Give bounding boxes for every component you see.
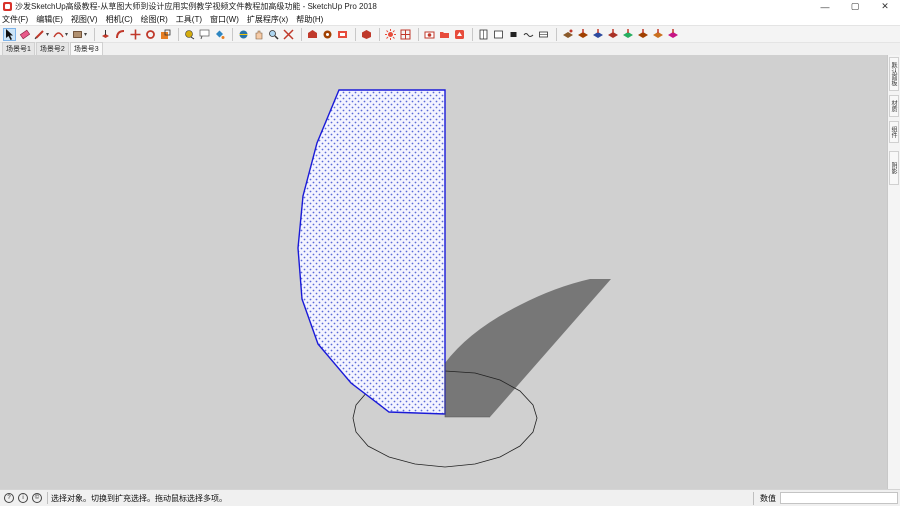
window-controls: — ▢ ✕ — [810, 0, 900, 13]
arc-icon[interactable] — [52, 28, 65, 41]
toolbar-divider — [301, 27, 303, 41]
toolbar-divider — [379, 27, 381, 41]
shadow-icon[interactable] — [384, 28, 397, 41]
folder-icon[interactable] — [438, 28, 451, 41]
geo-location-icon[interactable]: i — [18, 493, 28, 503]
sandbox-5-icon[interactable] — [621, 28, 634, 41]
toolbar-divider — [178, 27, 180, 41]
iso-view-icon[interactable] — [477, 28, 490, 41]
status-hint: 选择对象。切换到扩充选择。拖动鼠标选择多项。 — [51, 493, 227, 503]
front-view-icon[interactable] — [507, 28, 520, 41]
menu-edit[interactable]: 编辑(E) — [36, 14, 63, 25]
tray-tab-components[interactable]: 组件 — [889, 121, 899, 143]
pencil-dropdown-icon[interactable]: ▾ — [46, 31, 49, 38]
arc-dropdown-icon[interactable]: ▾ — [65, 31, 68, 38]
selected-profile-face[interactable] — [297, 89, 446, 415]
zoom-icon[interactable] — [267, 28, 280, 41]
status-divider — [47, 492, 48, 504]
model-canvas[interactable] — [0, 55, 887, 489]
layout-icon[interactable] — [336, 28, 349, 41]
sandbox-6-icon[interactable] — [636, 28, 649, 41]
tab-scene-3[interactable]: 场景号3 — [69, 42, 103, 55]
right-view-icon[interactable] — [522, 28, 535, 41]
sandbox-4-icon[interactable] — [606, 28, 619, 41]
measurements-label: 数值 — [760, 494, 776, 503]
select-icon[interactable] — [3, 27, 16, 41]
help-icon[interactable]: ? — [4, 493, 14, 503]
follow-me-icon[interactable] — [114, 28, 127, 41]
menu-extensions[interactable]: 扩展程序(x) — [247, 14, 288, 25]
toolbar-divider — [472, 27, 474, 41]
window-title: 沙发SketchUp高级教程-从草图大师到设计应用实例教学视频文件教程加高级功能… — [15, 2, 377, 11]
maximize-button[interactable]: ▢ — [840, 0, 870, 13]
main-toolbar: ▾ ▾ ▾ — [0, 25, 900, 43]
extension-warehouse-icon[interactable] — [321, 28, 334, 41]
menu-draw[interactable]: 绘图(R) — [141, 14, 168, 25]
toolbar-divider — [232, 27, 234, 41]
status-divider — [753, 492, 754, 505]
tab-scene-1[interactable]: 场景号1 — [2, 42, 35, 55]
menu-help[interactable]: 帮助(H) — [296, 14, 323, 25]
sandbox-8-icon[interactable] — [666, 28, 679, 41]
menu-file[interactable]: 文件(F) — [2, 14, 28, 25]
eraser-icon[interactable] — [18, 28, 31, 41]
menu-window[interactable]: 窗口(W) — [210, 14, 239, 25]
minimize-button[interactable]: — — [810, 0, 840, 13]
rotate-icon[interactable] — [144, 28, 157, 41]
component-icon[interactable] — [360, 28, 373, 41]
tray-tab-shadows[interactable]: 阴影 — [889, 151, 899, 185]
rectangle-dropdown-icon[interactable]: ▾ — [84, 31, 87, 38]
title-bar: 沙发SketchUp高级教程-从草图大师到设计应用实例教学视频文件教程加高级功能… — [0, 0, 900, 13]
back-view-icon[interactable] — [537, 28, 550, 41]
close-button[interactable]: ✕ — [870, 0, 900, 13]
tab-scene-2[interactable]: 场景号2 — [35, 42, 69, 55]
default-tray: 默认面板 材质 组件 阴影 — [887, 55, 900, 489]
scale-icon[interactable] — [159, 28, 172, 41]
pushpull-icon[interactable] — [99, 28, 112, 41]
credits-icon[interactable]: © — [32, 493, 42, 503]
tray-tab-materials[interactable]: 材质 — [889, 95, 899, 117]
pencil-icon[interactable] — [33, 28, 46, 41]
3d-warehouse-icon[interactable] — [306, 28, 319, 41]
menu-camera[interactable]: 相机(C) — [106, 14, 133, 25]
tape-measure-icon[interactable] — [183, 28, 196, 41]
toolbar-divider — [355, 27, 357, 41]
zoom-extents-icon[interactable] — [282, 28, 295, 41]
orbit-icon[interactable] — [237, 28, 250, 41]
top-view-icon[interactable] — [492, 28, 505, 41]
sandbox-7-icon[interactable] — [651, 28, 664, 41]
toolbar-divider — [418, 27, 420, 41]
measurements-input[interactable] — [780, 492, 898, 504]
pan-icon[interactable] — [252, 28, 265, 41]
menu-view[interactable]: 视图(V) — [71, 14, 98, 25]
ruby-icon[interactable] — [453, 28, 466, 41]
status-bar: ? i © 选择对象。切换到扩充选择。拖动鼠标选择多项。 数值 — [0, 489, 900, 506]
menu-tools[interactable]: 工具(T) — [176, 14, 202, 25]
menu-bar: 文件(F) 编辑(E) 视图(V) 相机(C) 绘图(R) 工具(T) 窗口(W… — [0, 13, 900, 25]
drawing-viewport[interactable] — [0, 55, 887, 489]
sketchup-logo-icon — [3, 2, 12, 11]
toolbar-divider — [556, 27, 558, 41]
tray-tab-default[interactable]: 默认面板 — [889, 57, 899, 91]
text-icon[interactable] — [198, 28, 211, 41]
move-icon[interactable] — [129, 28, 142, 41]
paint-bucket-icon[interactable] — [213, 28, 226, 41]
sandbox-3-icon[interactable] — [591, 28, 604, 41]
sandbox-1-icon[interactable] — [561, 28, 574, 41]
sandbox-2-icon[interactable] — [576, 28, 589, 41]
toolbar-divider — [94, 27, 96, 41]
scene-tabs: 场景号1 场景号2 场景号3 — [0, 42, 900, 55]
rectangle-icon[interactable] — [71, 28, 84, 41]
section-icon[interactable] — [399, 28, 412, 41]
cast-shadow — [445, 279, 611, 417]
camera-icon[interactable] — [423, 28, 436, 41]
